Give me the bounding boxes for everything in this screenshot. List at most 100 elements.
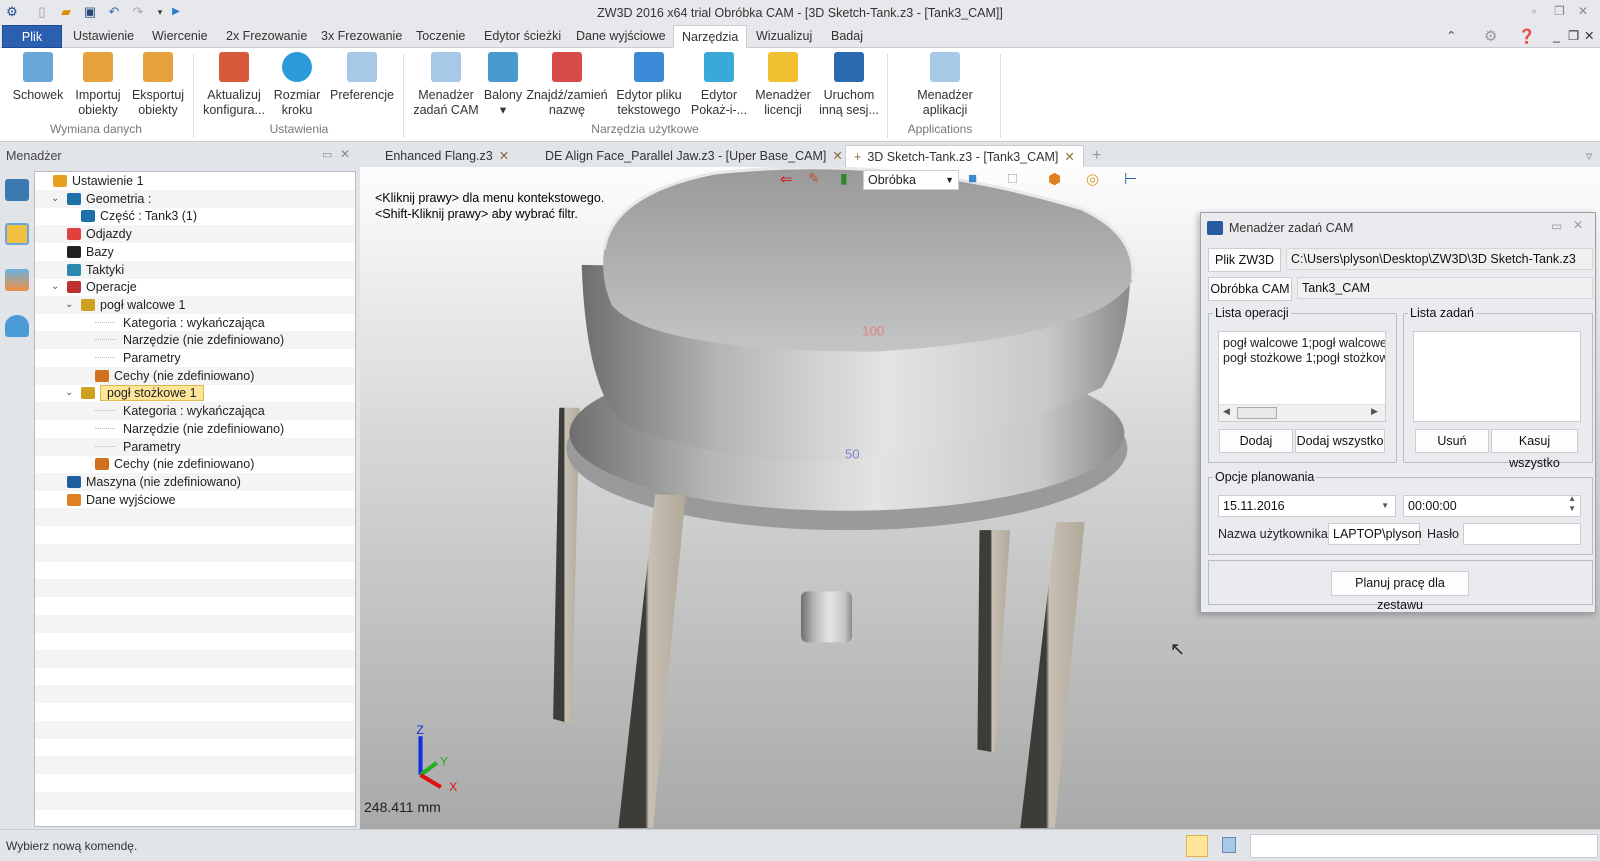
tab-list-icon[interactable]: ▿ <box>1578 145 1600 167</box>
horizontal-scrollbar[interactable]: ◀ ▶ <box>1219 404 1385 421</box>
command-mode-icon[interactable] <box>1186 835 1208 857</box>
doc-tab[interactable]: DE Align Face_Parallel Jaw.z3 - [Uper Ba… <box>537 145 851 167</box>
doc-close-button[interactable]: ✕ <box>1576 25 1600 48</box>
time-spinner[interactable]: 00:00:00 ▲ ▼ <box>1403 494 1581 517</box>
tree-item[interactable]: Cechy (nie zdefiniowano) <box>35 455 355 473</box>
remove-button[interactable]: Usuń <box>1415 429 1489 453</box>
clear-all-button[interactable]: Kasuj wszystko <box>1491 429 1578 470</box>
scroll-thumb[interactable] <box>1237 407 1277 419</box>
panel-close-icon[interactable]: ✕ <box>340 147 350 161</box>
run-another-session-button[interactable]: Uruchom inną sesj... <box>816 52 882 118</box>
clipboard-button[interactable]: Schowek <box>12 52 64 103</box>
tree-item[interactable]: Dane wyjściowe <box>35 491 355 509</box>
tree-item[interactable]: Część : Tank3 (1) <box>35 207 355 225</box>
help-icon[interactable]: ❓ <box>1510 25 1543 48</box>
chevron-down-icon[interactable]: ⌄ <box>51 190 59 208</box>
tab-dane-wyjsciowe[interactable]: Dane wyjściowe <box>568 25 674 48</box>
tree-item[interactable]: Parametry <box>35 349 355 367</box>
operation-listbox[interactable]: pogł walcowe 1;pogł walcowe pogł stożkow… <box>1218 331 1386 422</box>
file-path-field[interactable]: C:\Users\plyson\Desktop\ZW3D\3D Sketch-T… <box>1286 248 1593 270</box>
render-icon[interactable]: ⬢ <box>1048 170 1061 188</box>
zoom-fit-icon[interactable]: ◎ <box>1086 170 1099 188</box>
image-export-icon[interactable] <box>5 269 29 291</box>
panel-pin-icon[interactable]: ▭ <box>322 148 332 161</box>
show-and-tell-editor-button[interactable]: Edytor Pokaż-i-... <box>688 52 750 118</box>
import-objects-button[interactable]: Importuj obiekty <box>68 52 128 118</box>
chevron-down-icon[interactable]: ⌄ <box>65 384 73 402</box>
tree-item[interactable]: Maszyna (nie zdefiniowano) <box>35 472 355 491</box>
cam-job-manager-button[interactable]: Menadżer zadań CAM <box>412 52 480 118</box>
dialog-close-icon[interactable]: ✕ <box>1573 218 1583 232</box>
license-manager-button[interactable]: Menadżer licencji <box>752 52 814 118</box>
cam-plan-button[interactable]: Obróbka CAM <box>1208 277 1292 301</box>
cam-manager-icon[interactable] <box>5 179 29 201</box>
app-manager-button[interactable]: Menadżer aplikacji <box>910 52 980 118</box>
measure-icon[interactable]: ⊢ <box>1124 170 1137 188</box>
tab-3x-frezowanie[interactable]: 3x Frezowanie <box>313 25 410 48</box>
dock-icon[interactable]: ▭ <box>1551 219 1562 233</box>
chevron-down-icon[interactable]: ⌄ <box>51 278 59 296</box>
tree-item[interactable]: Kategoria : wykańczająca <box>35 402 355 421</box>
doc-tab[interactable]: Enhanced Flang.z3 ✕ <box>377 145 517 167</box>
minimize-button[interactable]: ▫ <box>1532 4 1536 18</box>
password-field[interactable] <box>1463 523 1581 545</box>
scroll-left-icon[interactable]: ◀ <box>1223 406 1230 417</box>
tab-toczenie[interactable]: Toczenie <box>408 25 473 48</box>
add-button[interactable]: Dodaj <box>1219 429 1293 453</box>
list-item[interactable]: pogł stożkowe 1;pogł stożkowe <box>1223 351 1385 365</box>
tree-item[interactable]: Narzędzie (nie zdefiniowano) <box>35 420 355 438</box>
tab-wizualizuj[interactable]: Wizualizuj <box>748 25 820 48</box>
tree-item[interactable]: Cechy (nie zdefiniowano) <box>35 366 355 385</box>
tree-item[interactable]: Parametry <box>35 437 355 456</box>
user-icon[interactable] <box>5 315 29 337</box>
text-editor-button[interactable]: Edytor pliku tekstowego <box>614 52 684 118</box>
tab-plik[interactable]: Plik <box>2 25 62 48</box>
zw3d-file-button[interactable]: Plik ZW3D <box>1208 248 1281 272</box>
chevron-down-icon[interactable]: ⌄ <box>65 296 73 314</box>
tree-item[interactable]: ⌄ pogł stożkowe 1 <box>35 384 355 402</box>
export-objects-button[interactable]: Eksportuj obiekty <box>128 52 188 118</box>
close-tab-icon[interactable]: ✕ <box>1064 150 1074 164</box>
balloons-button[interactable]: Balony ▾ <box>482 52 524 118</box>
wireframe-view-icon[interactable]: □ <box>1008 170 1017 187</box>
list-item[interactable]: pogł walcowe 1;pogł walcowe <box>1223 336 1385 350</box>
preferences-button[interactable]: Preferencje <box>328 52 396 103</box>
filter-combo[interactable]: Obróbka ▼ <box>863 170 959 190</box>
tree-item[interactable]: Odjazdy <box>35 225 355 244</box>
collapse-ribbon-icon[interactable]: ⌃ <box>1438 25 1464 48</box>
restore-button[interactable]: ❐ <box>1554 4 1565 18</box>
add-all-button[interactable]: Dodaj wszystko <box>1295 429 1385 453</box>
tree-item[interactable]: Taktyki <box>35 260 355 279</box>
tab-narzedzia[interactable]: Narzędzia <box>673 25 748 49</box>
command-input[interactable] <box>1250 834 1598 858</box>
username-field[interactable]: LAPTOP\plyson <box>1328 523 1422 545</box>
exit-icon[interactable]: ⇐ <box>780 170 793 188</box>
part-icon[interactable] <box>5 223 29 245</box>
shaded-view-icon[interactable]: ■ <box>968 170 977 187</box>
tree-item[interactable]: Kategoria : wykańczająca <box>35 314 355 332</box>
spin-arrows-icon[interactable]: ▲ ▼ <box>1568 494 1576 514</box>
filter-icon[interactable]: ▮ <box>840 170 848 187</box>
cam-plan-field[interactable]: Tank3_CAM <box>1297 277 1593 299</box>
job-listbox[interactable] <box>1413 331 1581 422</box>
scroll-right-icon[interactable]: ▶ <box>1371 406 1378 417</box>
settings-gear-icon[interactable]: ⚙ <box>1476 25 1505 48</box>
find-replace-name-button[interactable]: Znajdź/zamień nazwę <box>526 52 608 118</box>
close-tab-icon[interactable]: ✕ <box>832 149 842 163</box>
update-config-button[interactable]: Aktualizuj konfigura... <box>200 52 268 118</box>
tab-ustawienie[interactable]: Ustawienie <box>65 25 142 48</box>
tree-item[interactable]: Bazy <box>35 243 355 261</box>
tree-item[interactable]: ⌄ pogł walcowe 1 <box>35 295 355 314</box>
eraser-icon[interactable]: ✎ <box>808 170 820 187</box>
schedule-batch-button[interactable]: Planuj pracę dla zestawu <box>1331 571 1469 612</box>
tab-wiercenie[interactable]: Wiercenie <box>144 25 216 48</box>
doc-tab-active[interactable]: +3D Sketch-Tank.z3 - [Tank3_CAM] ✕ <box>845 145 1084 167</box>
tab-badaj[interactable]: Badaj <box>823 25 871 48</box>
tree-item[interactable]: Ustawienie 1 <box>35 172 355 190</box>
tab-2x-frezowanie[interactable]: 2x Frezowanie <box>218 25 315 48</box>
tree-item[interactable]: Narzędzie (nie zdefiniowano) <box>35 331 355 350</box>
tab-edytor-sciezki[interactable]: Edytor ścieżki <box>476 25 569 48</box>
step-size-button[interactable]: Rozmiar kroku <box>272 52 322 118</box>
close-tab-icon[interactable]: ✕ <box>499 149 509 163</box>
date-picker[interactable]: 15.11.2016 ▼ <box>1218 495 1396 517</box>
